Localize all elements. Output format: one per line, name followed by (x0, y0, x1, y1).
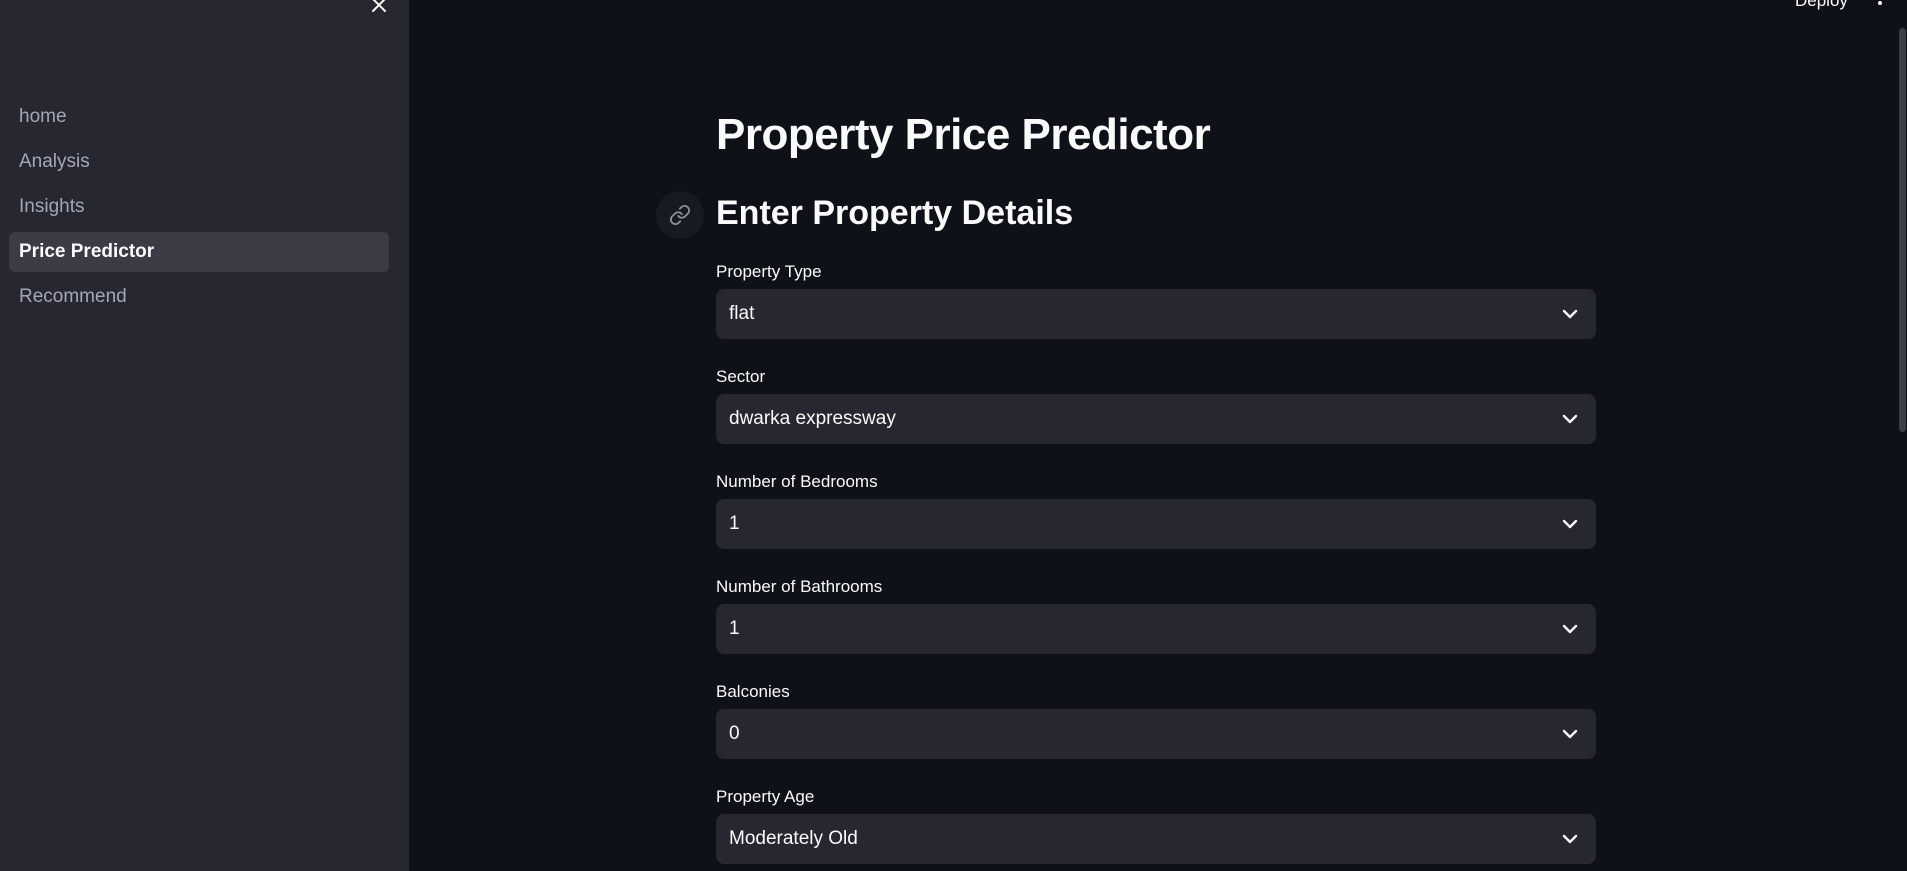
select-value: Moderately Old (729, 828, 858, 849)
field-label: Number of Bathrooms (716, 577, 883, 596)
field-label: Property Age (716, 787, 815, 806)
bedrooms-select[interactable]: 1 (716, 499, 1596, 549)
field-label: Number of Bedrooms (716, 472, 878, 491)
sidebar-item-label: Recommend (19, 286, 127, 307)
sidebar-item-label: home (19, 106, 67, 127)
sidebar-item-price-predictor[interactable]: Price Predictor (9, 232, 389, 272)
chevron-down-icon (1562, 519, 1578, 529)
deploy-button[interactable]: Deploy (1795, 0, 1848, 11)
sidebar-item-label: Price Predictor (19, 241, 155, 262)
scrollbar[interactable] (1899, 28, 1906, 432)
balconies-field: Balconies 0 (716, 681, 1596, 759)
bathrooms-select[interactable]: 1 (716, 604, 1596, 654)
property-type-select[interactable]: flat (716, 289, 1596, 339)
sidebar-item-label: Insights (19, 196, 85, 217)
close-sidebar-button[interactable] (366, 0, 392, 18)
chevron-down-icon (1562, 729, 1578, 739)
chevron-down-icon (1562, 834, 1578, 844)
balconies-select[interactable]: 0 (716, 709, 1596, 759)
sidebar-item-analysis[interactable]: Analysis (9, 142, 389, 182)
bedrooms-field: Number of Bedrooms 1 (716, 471, 1596, 549)
bathrooms-field: Number of Bathrooms 1 (716, 576, 1596, 654)
close-icon (372, 0, 386, 12)
select-value: 1 (729, 513, 740, 534)
sector-select[interactable]: dwarka expressway (716, 394, 1596, 444)
property-age-field: Property Age Moderately Old (716, 786, 1596, 864)
sidebar-item-home[interactable]: home (9, 97, 389, 137)
sidebar-item-recommend[interactable]: Recommend (9, 277, 389, 317)
link-icon (669, 204, 691, 226)
chevron-down-icon (1562, 624, 1578, 634)
section-anchor-link[interactable] (656, 191, 704, 239)
main-menu-button[interactable] (1876, 0, 1884, 15)
select-value: flat (729, 303, 755, 324)
section-title: Enter Property Details (716, 194, 1074, 232)
property-age-select[interactable]: Moderately Old (716, 814, 1596, 864)
select-value: dwarka expressway (729, 408, 896, 429)
sidebar-item-insights[interactable]: Insights (9, 187, 389, 227)
field-label: Sector (716, 367, 766, 386)
sidebar-item-label: Analysis (19, 151, 90, 172)
page-title: Property Price Predictor (716, 110, 1211, 159)
sidebar-nav: home Analysis Insights Price Predictor R… (9, 97, 389, 322)
chevron-down-icon (1562, 414, 1578, 424)
field-label: Balconies (716, 682, 790, 701)
sector-field: Sector dwarka expressway (716, 366, 1596, 444)
select-value: 0 (729, 723, 740, 744)
field-label: Property Type (716, 262, 822, 281)
more-vert-icon (1878, 1, 1882, 5)
sidebar: home Analysis Insights Price Predictor R… (0, 0, 409, 871)
property-type-field: Property Type flat (716, 261, 1596, 339)
select-value: 1 (729, 618, 740, 639)
chevron-down-icon (1562, 309, 1578, 319)
